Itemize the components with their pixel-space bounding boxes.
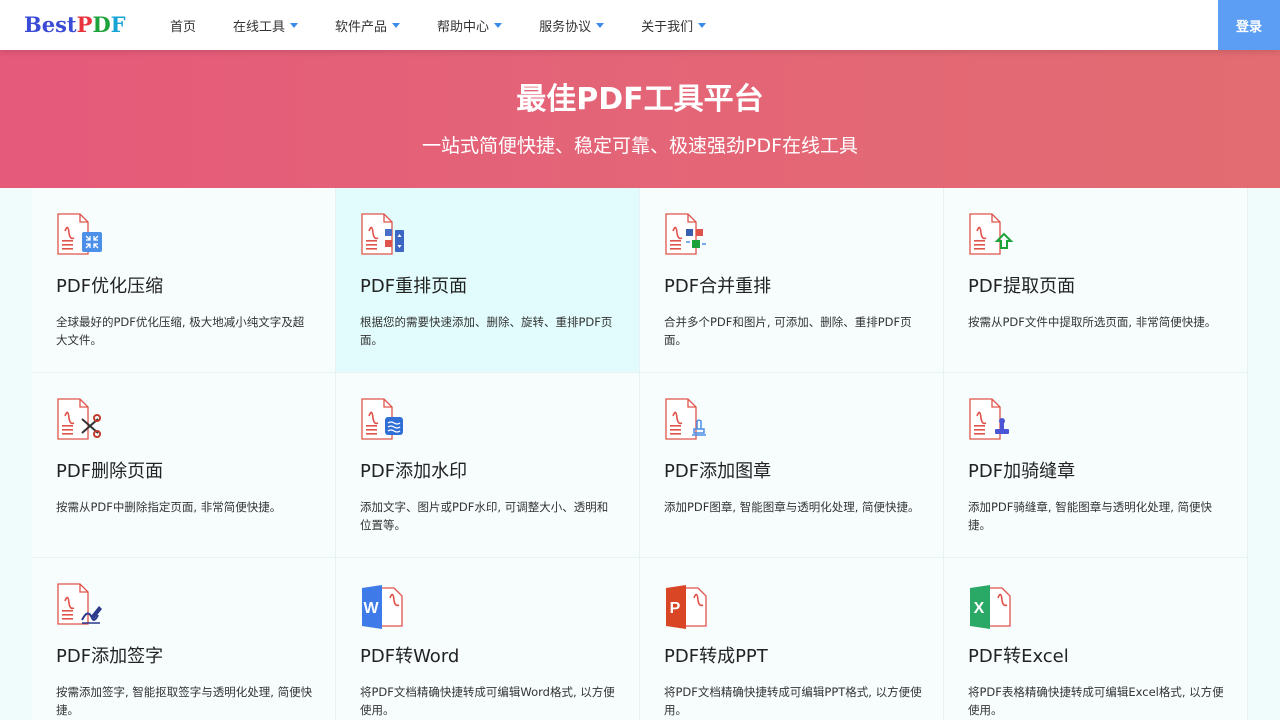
login-button[interactable]: 登录 <box>1218 0 1280 50</box>
word-icon: W <box>360 582 408 630</box>
main-nav: 首页 在线工具 软件产品 帮助中心 服务协议 关于我们 <box>170 0 743 50</box>
tool-description: 根据您的需要快速添加、删除、旋转、重排PDF页面。 <box>360 315 613 347</box>
seal-icon <box>968 397 1016 445</box>
tool-card[interactable]: X PDF转Excel 将PDF表格精确快捷转成可编辑Excel格式, 以方便使用。 <box>944 558 1248 720</box>
tool-description: 添加PDF图章, 智能图章与透明化处理, 简便快捷。 <box>664 500 920 514</box>
caret-down-icon <box>494 23 503 28</box>
nav-item-label: 首页 <box>170 19 197 35</box>
logo-letter-d: D <box>92 12 111 37</box>
nav-item-label: 软件产品 <box>335 19 388 35</box>
tools-grid: PDF优化压缩全球最好的PDF优化压缩, 极大地减小纯文字及超大文件。 PDF重… <box>32 188 1248 720</box>
nav-software-products[interactable]: 软件产品 <box>335 0 401 50</box>
nav-online-tools[interactable]: 在线工具 <box>233 0 299 50</box>
tool-card[interactable]: PDF合并重排合并多个PDF和图片, 可添加、删除、重排PDF页面。 <box>640 188 944 373</box>
tool-description: 按需添加签字, 智能抠取签字与透明化处理, 简便快捷。 <box>56 685 313 717</box>
tool-title: PDF添加图章 <box>664 461 772 482</box>
tool-card[interactable]: PDF添加签字按需添加签字, 智能抠取签字与透明化处理, 简便快捷。 <box>32 558 336 720</box>
svg-text:W: W <box>363 600 379 617</box>
tool-title: PDF转Word <box>360 646 460 667</box>
tool-title: PDF重排页面 <box>360 276 468 297</box>
reorder-icon <box>360 212 408 260</box>
hero-banner: 最佳PDF工具平台 一站式简便快捷、稳定可靠、极速强劲PDF在线工具 <box>0 50 1280 188</box>
merge-icon <box>664 212 712 260</box>
tool-title: PDF优化压缩 <box>56 276 164 297</box>
nav-home[interactable]: 首页 <box>170 0 196 50</box>
caret-down-icon <box>596 23 605 28</box>
watermark-icon <box>360 397 408 445</box>
svg-text:P: P <box>670 600 681 617</box>
tool-description: 将PDF文档精确快捷转成可编辑Word格式, 以方便使用。 <box>360 685 615 717</box>
scissors-icon <box>56 397 104 445</box>
logo-letter-p: P <box>76 12 93 37</box>
tool-card[interactable]: PDF添加水印添加文字、图片或PDF水印, 可调整大小、透明和位置等。 <box>336 373 640 558</box>
ppt-icon: P <box>664 582 712 630</box>
tool-title: PDF删除页面 <box>56 461 164 482</box>
nav-item-label: 在线工具 <box>233 19 286 35</box>
tool-card[interactable]: P PDF转成PPT 将PDF文档精确快捷转成可编辑PPT格式, 以方便使用。 <box>640 558 944 720</box>
logo-text-best: Best <box>24 12 77 37</box>
tool-card[interactable]: PDF加骑缝章添加PDF骑缝章, 智能图章与透明化处理, 简便快捷。 <box>944 373 1248 558</box>
tool-description: 添加PDF骑缝章, 智能图章与透明化处理, 简便快捷。 <box>968 500 1213 532</box>
tool-description: 全球最好的PDF优化压缩, 极大地减小纯文字及超大文件。 <box>56 315 305 347</box>
tool-title: PDF添加水印 <box>360 461 468 482</box>
hero-subtitle: 一站式简便快捷、稳定可靠、极速强劲PDF在线工具 <box>421 135 859 157</box>
tool-title: PDF添加签字 <box>56 646 164 667</box>
tool-description: 按需从PDF文件中提取所选页面, 非常简便快捷。 <box>968 315 1217 329</box>
nav-item-label: 关于我们 <box>641 19 694 35</box>
tool-description: 合并多个PDF和图片, 可添加、删除、重排PDF页面。 <box>664 315 912 347</box>
tool-card[interactable]: PDF重排页面根据您的需要快速添加、删除、旋转、重排PDF页面。 <box>336 188 640 373</box>
svg-text:X: X <box>974 600 985 617</box>
caret-down-icon <box>698 23 707 28</box>
tool-title: PDF加骑缝章 <box>968 461 1076 482</box>
tool-card[interactable]: PDF删除页面按需从PDF中删除指定页面, 非常简便快捷。 <box>32 373 336 558</box>
caret-down-icon <box>392 23 401 28</box>
caret-down-icon <box>290 23 299 28</box>
bestpdf-logo[interactable]: BestPDF <box>24 13 126 37</box>
tool-title: PDF转Excel <box>968 646 1069 667</box>
tool-description: 添加文字、图片或PDF水印, 可调整大小、透明和位置等。 <box>360 500 609 532</box>
tool-description: 将PDF文档精确快捷转成可编辑PPT格式, 以方便使用。 <box>664 685 922 717</box>
stamp-icon <box>664 397 712 445</box>
excel-icon: X <box>968 582 1016 630</box>
nav-about-us[interactable]: 关于我们 <box>641 0 707 50</box>
nav-help-center[interactable]: 帮助中心 <box>437 0 503 50</box>
compress-icon <box>56 212 104 260</box>
top-navbar: BestPDF 首页 在线工具 软件产品 帮助中心 服务协议 关于我们 登录 <box>0 0 1280 50</box>
nav-service-agreement[interactable]: 服务协议 <box>539 0 605 50</box>
tool-title: PDF转成PPT <box>664 646 768 667</box>
tool-description: 按需从PDF中删除指定页面, 非常简便快捷。 <box>56 500 282 514</box>
tool-card[interactable]: W PDF转Word 将PDF文档精确快捷转成可编辑Word格式, 以方便使用。 <box>336 558 640 720</box>
tool-card[interactable]: PDF提取页面按需从PDF文件中提取所选页面, 非常简便快捷。 <box>944 188 1248 373</box>
tool-title: PDF提取页面 <box>968 276 1076 297</box>
tool-title: PDF合并重排 <box>664 276 772 297</box>
hero-title: 最佳PDF工具平台 <box>516 82 764 117</box>
signature-icon <box>56 582 104 630</box>
nav-item-label: 服务协议 <box>539 19 592 35</box>
tool-card[interactable]: PDF添加图章添加PDF图章, 智能图章与透明化处理, 简便快捷。 <box>640 373 944 558</box>
tool-card[interactable]: PDF优化压缩全球最好的PDF优化压缩, 极大地减小纯文字及超大文件。 <box>32 188 336 373</box>
nav-item-label: 帮助中心 <box>437 19 490 35</box>
logo-letter-f: F <box>110 12 126 37</box>
tool-description: 将PDF表格精确快捷转成可编辑Excel格式, 以方便使用。 <box>968 685 1224 717</box>
extract-icon <box>968 212 1016 260</box>
